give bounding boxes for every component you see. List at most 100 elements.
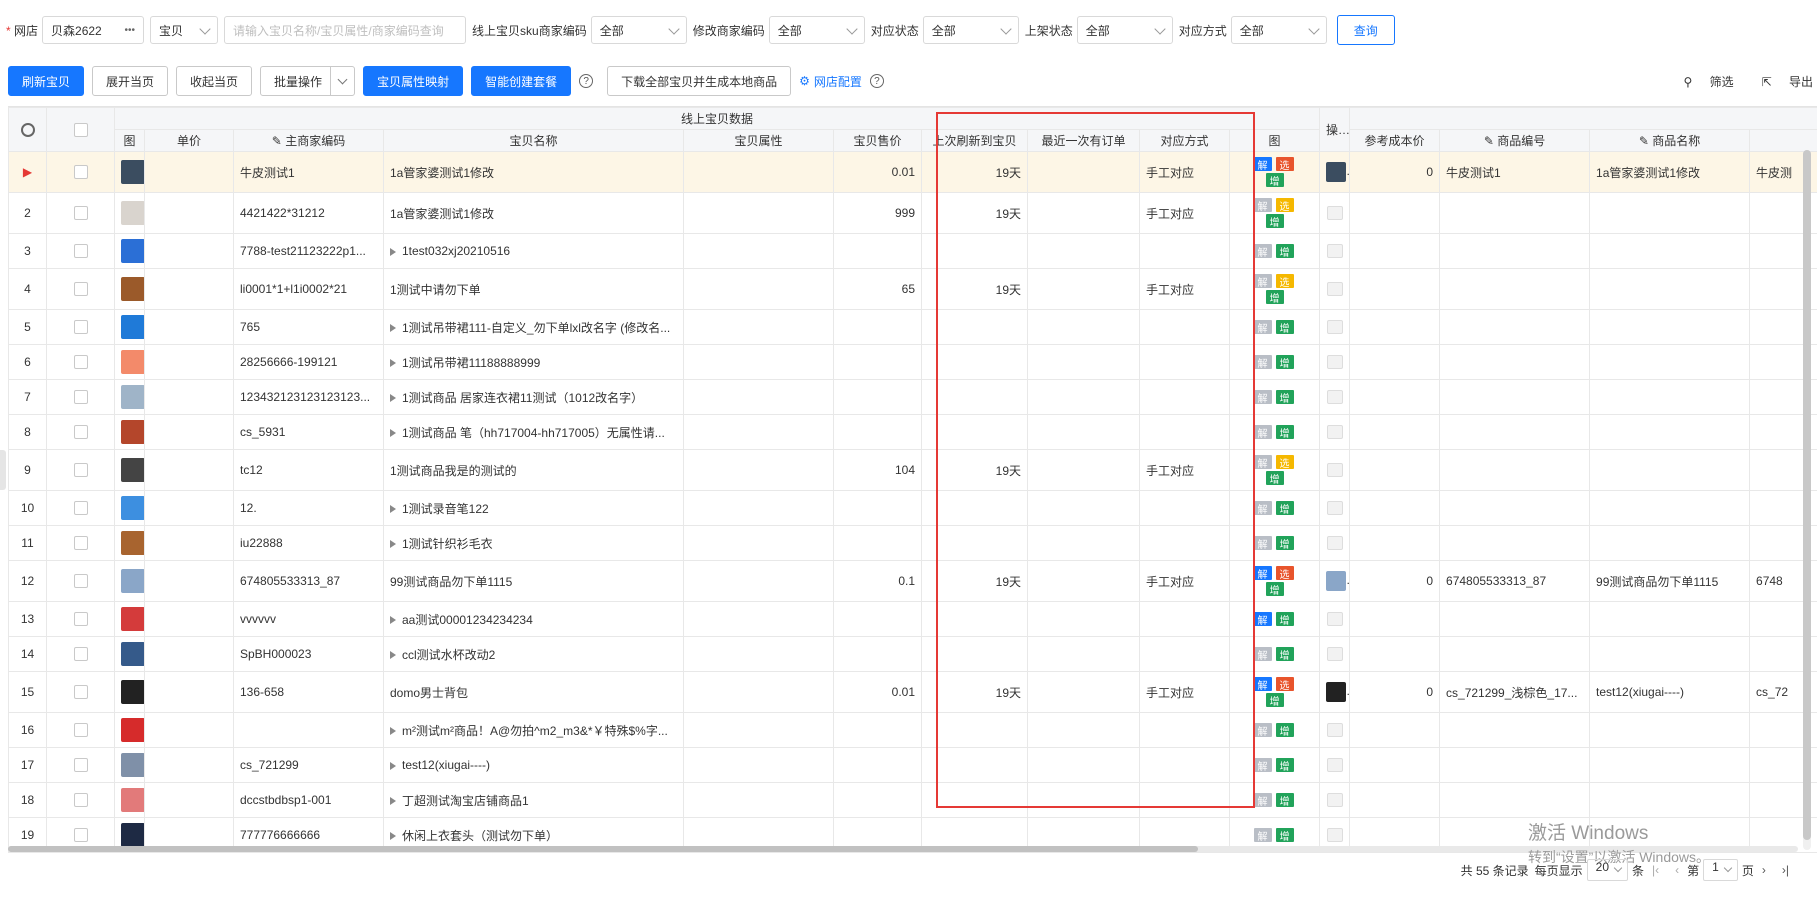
select-all-header[interactable] [46, 107, 115, 152]
img-cell[interactable] [114, 449, 145, 491]
code-cell[interactable]: cs_721299 [233, 747, 384, 783]
product-image[interactable] [121, 569, 144, 593]
col-img[interactable]: 图 [114, 129, 145, 152]
goods-name-cell[interactable] [1589, 344, 1751, 380]
img-cell[interactable] [114, 490, 145, 526]
select-button[interactable]: 选 [1275, 157, 1294, 172]
goods-name-cell[interactable] [1589, 414, 1751, 450]
img-cell[interactable] [114, 636, 145, 672]
col-name[interactable]: 宝贝名称 [383, 129, 684, 152]
query-button[interactable]: 查询 [1336, 15, 1395, 45]
goods-name-cell[interactable] [1589, 192, 1751, 234]
img-cell[interactable] [114, 151, 145, 193]
name-cell[interactable]: 1test032xj20210516 [383, 233, 684, 269]
select-button[interactable]: 选 [1275, 198, 1294, 213]
row-check-cell[interactable] [46, 525, 115, 561]
search-input[interactable]: 请输入宝贝名称/宝贝属性/商家编码查询 [224, 16, 467, 44]
goods-no-cell[interactable] [1439, 344, 1591, 380]
expand-icon[interactable] [390, 616, 396, 625]
goods-no-cell[interactable]: cs_721299_浅棕色_17... [1439, 671, 1591, 713]
product-image[interactable] [121, 277, 144, 301]
goods-name-cell[interactable] [1589, 782, 1751, 818]
table-row[interactable]: 7 1234321231231231​23... 1测试商品 居家连衣裙11测试（1… [8, 379, 1817, 415]
col-price[interactable]: 单价 [144, 129, 234, 152]
product-image[interactable] [121, 385, 144, 409]
type-select[interactable]: 宝贝 [150, 16, 219, 44]
expand-icon[interactable] [390, 505, 396, 514]
row-checkbox[interactable] [73, 793, 88, 808]
img-cell[interactable] [114, 192, 145, 234]
table-row[interactable]: 9 tc12 1测试商品我是的测试的 104 19天 手工对应 解选增 [8, 449, 1817, 491]
row-checkbox[interactable] [73, 206, 88, 221]
img2-cell[interactable] [1319, 151, 1351, 193]
select-button[interactable]: 选 [1275, 566, 1294, 581]
product-image[interactable] [121, 607, 144, 631]
goods-name-cell[interactable] [1589, 712, 1751, 748]
add-button[interactable]: 增 [1275, 723, 1294, 738]
product-image[interactable] [121, 496, 144, 520]
code-cell[interactable]: 674805533313_87 [233, 560, 384, 602]
col-last-refresh[interactable]: 上次刷新到宝贝 [921, 129, 1028, 152]
goods-image[interactable] [1326, 162, 1347, 182]
row-check-cell[interactable] [46, 379, 115, 415]
img2-cell[interactable] [1319, 747, 1351, 783]
img2-cell[interactable] [1319, 379, 1351, 415]
add-button[interactable]: 增 [1265, 173, 1284, 188]
product-image[interactable] [121, 160, 144, 184]
expand-icon[interactable] [390, 394, 396, 403]
add-button[interactable]: 增 [1275, 244, 1294, 259]
code-cell[interactable]: 12. [233, 490, 384, 526]
name-cell[interactable]: 丁超测试淘宝店铺商品1 [383, 782, 684, 818]
shop-select[interactable]: 贝森2622 ••• [42, 16, 145, 44]
row-checkbox[interactable] [73, 574, 88, 589]
add-button[interactable]: 增 [1275, 758, 1294, 773]
unbind-button[interactable]: 解 [1253, 793, 1272, 808]
expand-icon[interactable] [390, 540, 396, 549]
row-check-cell[interactable] [46, 309, 115, 345]
add-button[interactable]: 增 [1275, 501, 1294, 516]
img-cell[interactable] [114, 309, 145, 345]
row-checkbox[interactable] [73, 758, 88, 773]
table-row[interactable]: 6 28256666-199121 1测试吊带裙11188888999 解增 [8, 344, 1817, 380]
row-check-cell[interactable] [46, 233, 115, 269]
goods-no-cell[interactable] [1439, 379, 1591, 415]
unbind-button[interactable]: 解 [1253, 425, 1272, 440]
product-image[interactable] [121, 753, 144, 777]
col-match-mode[interactable]: 对应方式 [1139, 129, 1230, 152]
product-image[interactable] [121, 458, 144, 482]
next-page-icon[interactable]: › [1762, 863, 1766, 877]
row-checkbox[interactable] [73, 612, 88, 627]
goods-name-cell[interactable] [1589, 636, 1751, 672]
img-cell[interactable] [114, 268, 145, 310]
code-cell[interactable]: 4421422*31212 [233, 192, 384, 234]
name-cell[interactable]: 1测试商品 笔（hh717004-hh717005）无属性请... [383, 414, 684, 450]
expand-icon[interactable] [390, 247, 396, 256]
row-checkbox[interactable] [73, 320, 88, 335]
add-button[interactable]: 增 [1265, 582, 1284, 597]
img-cell[interactable] [114, 560, 145, 602]
table-row[interactable]: 15 136-658 domo男士背包 0.01 19天 手工对应 解选增 0 cs_72129… [8, 671, 1817, 713]
row-check-cell[interactable] [46, 192, 115, 234]
add-button[interactable]: 增 [1265, 471, 1284, 486]
goods-image[interactable] [1326, 571, 1347, 591]
row-check-cell[interactable] [46, 782, 115, 818]
unbind-button[interactable]: 解 [1253, 612, 1272, 627]
match-mode-select[interactable]: 全部 [1230, 16, 1327, 44]
name-cell[interactable]: test12(xiugai----) [383, 747, 684, 783]
scroll-thumb[interactable] [1803, 150, 1811, 840]
chevron-down-icon[interactable] [330, 67, 354, 95]
batch-ops-button[interactable]: 批量操作 [260, 66, 356, 96]
row-checkbox[interactable] [73, 425, 88, 440]
goods-name-cell[interactable] [1589, 233, 1751, 269]
img2-cell[interactable] [1319, 192, 1351, 234]
img2-cell[interactable] [1319, 782, 1351, 818]
table-row[interactable]: 3 7788-test21123222p1... 1test032xj2021051… [8, 233, 1817, 269]
add-button[interactable]: 增 [1265, 693, 1284, 708]
goods-name-cell[interactable] [1589, 449, 1751, 491]
per-page-select[interactable]: 20 [1586, 859, 1629, 881]
col-sale[interactable]: 宝贝售价 [833, 129, 922, 152]
goods-no-cell[interactable] [1439, 747, 1591, 783]
table-row[interactable]: 4 li0001*1+l1i0002*21 1测试中请勿下单 65 19天 手工对应 解选增 [8, 268, 1817, 310]
first-page-icon[interactable]: |‹ [1652, 863, 1659, 877]
add-button[interactable]: 增 [1275, 355, 1294, 370]
